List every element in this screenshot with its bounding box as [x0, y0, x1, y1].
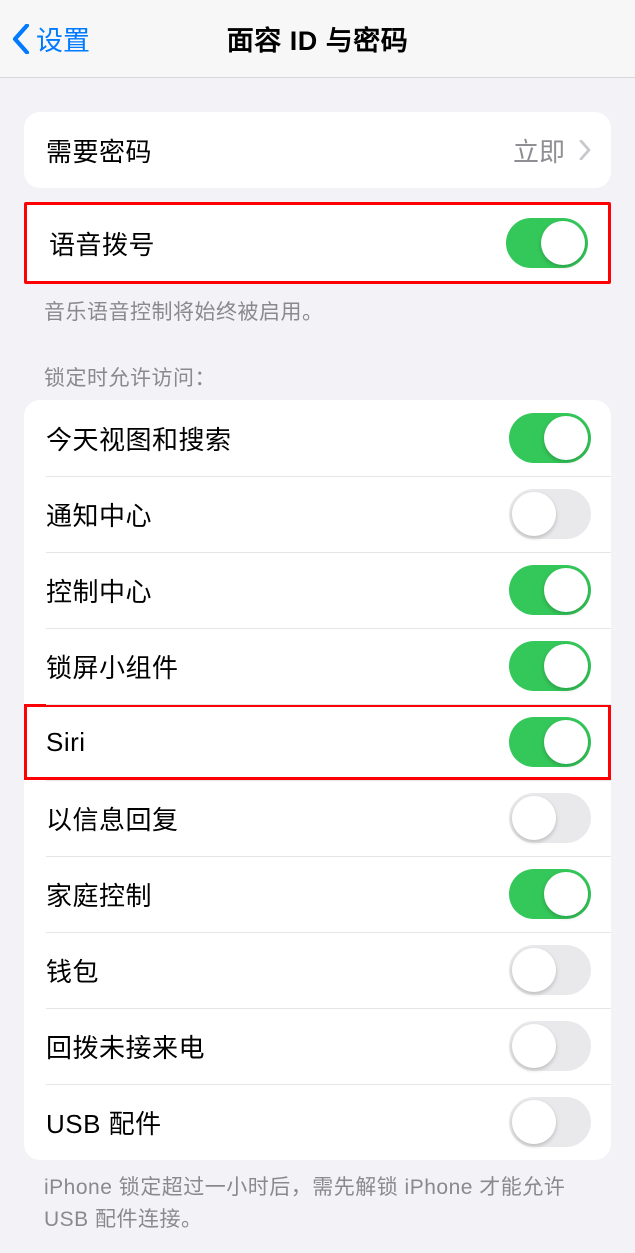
lock-row-label: 今天视图和搜索: [46, 420, 232, 457]
lock-section-header: 锁定时允许访问：: [44, 362, 611, 392]
lock-row-label: 以信息回复: [46, 800, 179, 837]
require-passcode-group: 需要密码 立即: [24, 112, 611, 188]
lock-row-toggle[interactable]: [509, 1097, 591, 1147]
require-passcode-value-wrap: 立即: [513, 132, 591, 169]
lock-row-5: 以信息回复: [24, 780, 611, 856]
lock-row-label: 控制中心: [46, 572, 152, 609]
voice-dial-row: 语音拨号: [27, 205, 608, 281]
lock-row-7: 钱包: [24, 932, 611, 1008]
lock-row-label: Siri: [46, 727, 86, 758]
lock-row-1: 通知中心: [24, 476, 611, 552]
lock-row-toggle[interactable]: [509, 1021, 591, 1071]
lock-row-toggle[interactable]: [509, 869, 591, 919]
toggle-knob: [544, 720, 588, 764]
lock-row-3: 锁屏小组件: [24, 628, 611, 704]
toggle-knob: [544, 644, 588, 688]
voice-dial-group: 语音拨号: [24, 202, 611, 284]
toggle-knob: [512, 796, 556, 840]
back-label: 设置: [36, 19, 90, 58]
toggle-knob: [512, 492, 556, 536]
lock-row-toggle[interactable]: [509, 565, 591, 615]
lock-row-4: Siri: [24, 704, 611, 780]
voice-dial-footnote: 音乐语音控制将始终被启用。: [44, 296, 611, 326]
usb-footnote: iPhone 锁定超过一小时后，需先解锁 iPhone 才能允许 USB 配件连…: [44, 1172, 597, 1235]
lock-row-toggle[interactable]: [509, 489, 591, 539]
toggle-knob: [544, 416, 588, 460]
lock-row-2: 控制中心: [24, 552, 611, 628]
lock-row-6: 家庭控制: [24, 856, 611, 932]
require-passcode-label: 需要密码: [46, 132, 152, 169]
lock-row-label: 锁屏小组件: [46, 648, 179, 685]
toggle-knob: [512, 1024, 556, 1068]
require-passcode-row[interactable]: 需要密码 立即: [24, 112, 611, 188]
lock-row-toggle[interactable]: [509, 945, 591, 995]
lock-row-8: 回拨未接来电: [24, 1008, 611, 1084]
toggle-knob: [544, 872, 588, 916]
lock-row-0: 今天视图和搜索: [24, 400, 611, 476]
voice-dial-toggle[interactable]: [506, 218, 588, 268]
chevron-left-icon: [12, 24, 30, 54]
lock-row-label: 家庭控制: [46, 876, 152, 913]
lock-row-toggle[interactable]: [509, 717, 591, 767]
lock-row-toggle[interactable]: [509, 413, 591, 463]
lock-row-label: 钱包: [46, 952, 99, 989]
lock-row-toggle[interactable]: [509, 793, 591, 843]
back-button[interactable]: 设置: [0, 19, 90, 58]
toggle-knob: [541, 221, 585, 265]
lock-row-label: 通知中心: [46, 496, 152, 533]
voice-dial-label: 语音拨号: [49, 225, 155, 262]
lock-row-label: USB 配件: [46, 1104, 162, 1141]
toggle-knob: [544, 568, 588, 612]
toggle-knob: [512, 948, 556, 992]
page-title: 面容 ID 与密码: [227, 19, 409, 58]
require-passcode-value: 立即: [513, 132, 565, 169]
chevron-right-icon: [579, 140, 591, 160]
toggle-knob: [512, 1100, 556, 1144]
header-bar: 设置 面容 ID 与密码: [0, 0, 635, 78]
lock-access-group: 今天视图和搜索通知中心控制中心锁屏小组件 Siri 以信息回复家庭控制钱包回拨未接来…: [24, 400, 611, 1160]
lock-row-label: 回拨未接来电: [46, 1028, 205, 1065]
lock-row-toggle[interactable]: [509, 641, 591, 691]
lock-row-9: USB 配件: [24, 1084, 611, 1160]
